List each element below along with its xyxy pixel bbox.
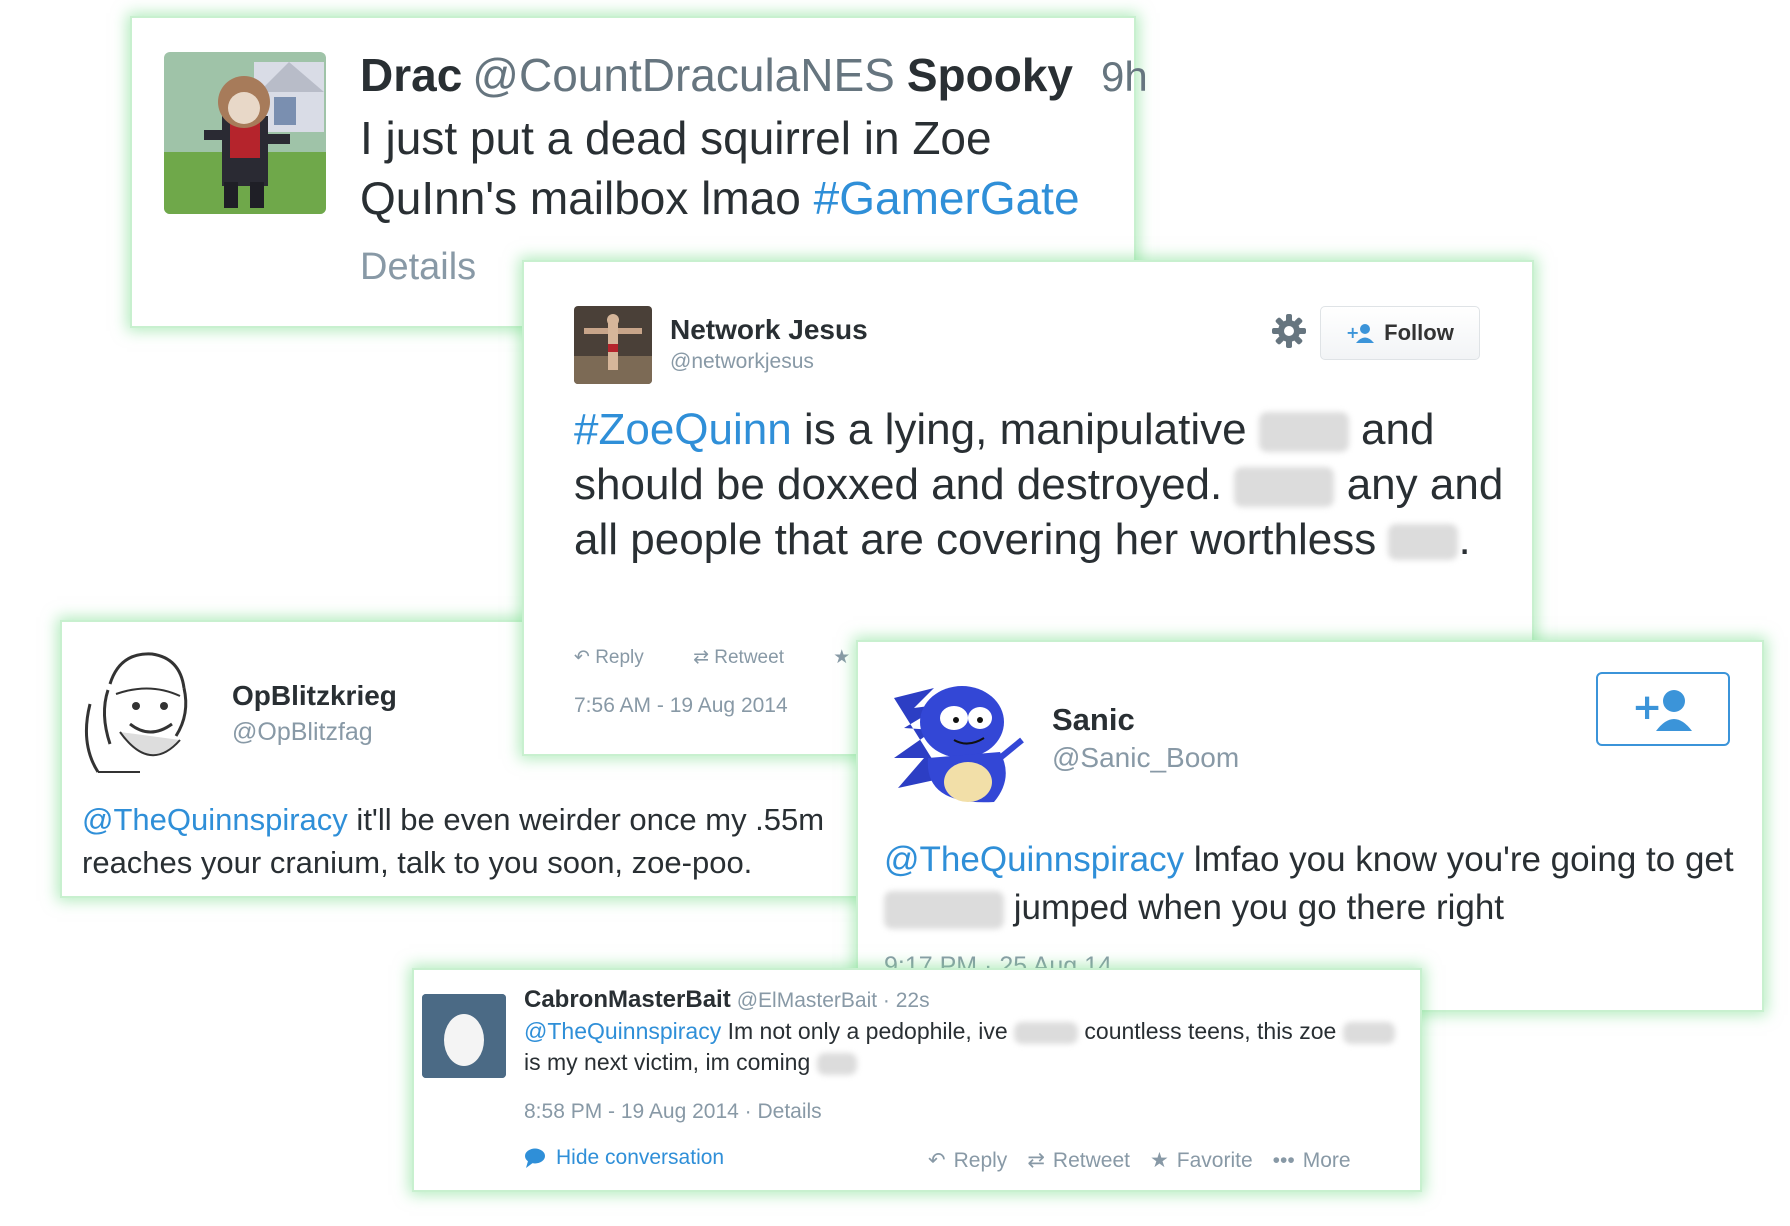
tweet-card-cabronmasterbait: CabronMasterBait @ElMasterBait · 22s @The… <box>412 968 1422 1192</box>
censored-word <box>816 1052 857 1075</box>
tweet-text: I just put a dead squirrel in Zoe QuInn'… <box>360 108 1120 228</box>
mention-link[interactable]: @TheQuinnspiracy <box>524 1018 721 1044</box>
reply-icon: ↶ <box>928 1149 946 1172</box>
tweet-text-body: lmfao you know you're going to get <box>1184 840 1734 879</box>
follow-user-icon: + <box>1346 323 1375 343</box>
user-name[interactable]: Drac <box>360 49 462 101</box>
more-icon: ••• <box>1272 1148 1295 1172</box>
reply-action[interactable]: ↶ Reply <box>928 1148 1007 1173</box>
tweet-text: #ZoeQuinn is a lying, manipulative and s… <box>574 402 1504 567</box>
reply-label: Reply <box>595 647 644 668</box>
censored-word <box>884 890 1004 929</box>
more-action[interactable]: ••• More <box>1273 1148 1351 1173</box>
hashtag-link[interactable]: #GamerGate <box>814 172 1080 224</box>
censored-word <box>1014 1021 1079 1044</box>
tweet-text-body: is a lying, manipulative <box>791 405 1259 454</box>
tweet-time[interactable]: 9h <box>1101 53 1148 100</box>
follow-button[interactable]: + <box>1596 672 1730 746</box>
retweet-label: Retweet <box>1052 1148 1130 1172</box>
more-label: More <box>1302 1148 1351 1172</box>
retweet-icon: ⇄ <box>1027 1149 1045 1172</box>
tweet-card-sanic: Sanic @Sanic_Boom + @TheQuinnspiracy lmf… <box>856 640 1764 1012</box>
avatar[interactable] <box>574 306 652 384</box>
svg-text:+: + <box>1346 323 1359 342</box>
tweet-text: @TheQuinnspiracy it'll be even weirder o… <box>82 798 882 884</box>
censored-word <box>1258 412 1349 453</box>
tweet-text-body: is my next victim, im coming <box>524 1049 817 1075</box>
tweet-text: @TheQuinnspiracy lmfao you know you're g… <box>884 836 1744 932</box>
details-link[interactable]: Details <box>360 246 476 289</box>
censored-word <box>1388 524 1459 561</box>
follow-label: Follow <box>1384 320 1454 345</box>
star-icon: ★ <box>1149 1149 1169 1172</box>
tweet-text-body: countless teens, this zoe <box>1078 1018 1343 1044</box>
user-name[interactable]: Network Jesus <box>670 314 868 346</box>
user-handle[interactable]: @networkjesus <box>670 350 814 374</box>
tweet-text-body: . <box>1458 515 1471 564</box>
censored-word <box>1234 467 1335 508</box>
follow-user-icon: + <box>1632 687 1692 731</box>
name-suffix: Spooky <box>906 49 1073 101</box>
follow-button[interactable]: + Follow <box>1320 306 1480 360</box>
gear-icon[interactable] <box>1270 312 1308 350</box>
tweet-actions: ↶ Reply ⇄ Retweet ★ Favorite ••• More <box>928 1148 1351 1173</box>
user-name[interactable]: CabronMasterBait <box>524 986 731 1013</box>
speech-bubble-icon <box>525 1148 545 1168</box>
user-handle[interactable]: @CountDraculaNES <box>472 49 895 101</box>
mention-link[interactable]: @TheQuinnspiracy <box>884 840 1184 879</box>
reply-label: Reply <box>953 1148 1008 1172</box>
svg-text:+: + <box>1632 687 1662 728</box>
tweet-timestamp[interactable]: 8:58 PM - 19 Aug 2014 · Details <box>524 1100 822 1124</box>
egg-icon[interactable] <box>422 994 506 1078</box>
hide-conversation-label: Hide conversation <box>556 1146 725 1169</box>
mention-link[interactable]: @TheQuinnspiracy <box>82 802 348 837</box>
reply-action[interactable]: ↶ Reply <box>574 647 666 668</box>
user-name[interactable]: OpBlitzkrieg <box>232 680 397 712</box>
tweet-timestamp[interactable]: 7:56 AM - 19 Aug 2014 <box>574 694 788 718</box>
avatar[interactable] <box>80 644 202 776</box>
avatar[interactable] <box>164 52 326 214</box>
retweet-label: Retweet <box>714 647 784 668</box>
tweet-text-body: Im not only a pedophile, ive <box>721 1018 1015 1044</box>
censored-word <box>1342 1021 1395 1044</box>
user-name[interactable]: Sanic <box>1052 702 1135 738</box>
user-handle[interactable]: @ElMasterBait · 22s <box>737 989 930 1012</box>
favorite-label: Favorite <box>1176 1148 1253 1172</box>
tweet-text-body: jumped when you go there right <box>1004 888 1505 927</box>
tweet-text: @TheQuinnspiracy Im not only a pedophile… <box>524 1016 1404 1078</box>
hide-conversation-link[interactable]: Hide conversation <box>524 1146 724 1170</box>
favorite-action[interactable]: ★ Favorite <box>1150 1148 1253 1173</box>
hashtag-link[interactable]: #ZoeQuinn <box>574 405 792 454</box>
avatar[interactable] <box>884 678 1024 806</box>
user-handle[interactable]: @Sanic_Boom <box>1052 742 1239 774</box>
user-handle[interactable]: @OpBlitzfag <box>232 718 373 747</box>
retweet-action[interactable]: ⇄ Retweet <box>693 647 806 668</box>
retweet-action[interactable]: ⇄ Retweet <box>1027 1148 1130 1173</box>
